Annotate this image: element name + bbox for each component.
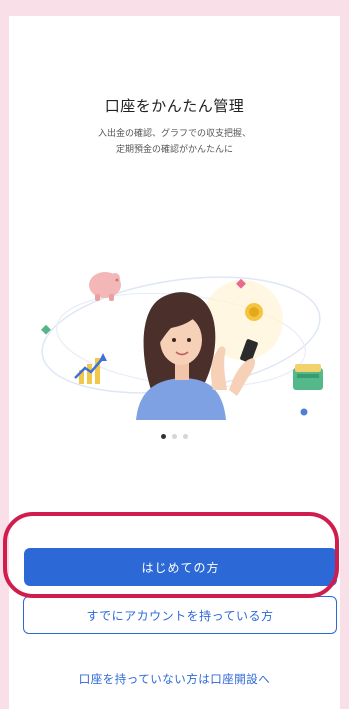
existing-account-button[interactable]: すでにアカウントを持っている方: [23, 596, 337, 634]
carousel-indicator: [9, 434, 340, 439]
carousel-dot-3[interactable]: [183, 434, 188, 439]
page-subtitle: 入出金の確認、グラフでの収支把握、 定期預金の確認がかんたんに: [9, 126, 340, 158]
piggy-bank-icon: [89, 272, 121, 301]
onboarding-screen: 口座をかんたん管理 入出金の確認、グラフでの収支把握、 定期預金の確認がかんたん…: [9, 16, 340, 709]
first-time-button[interactable]: はじめての方: [24, 548, 337, 586]
carousel-dot-2[interactable]: [172, 434, 177, 439]
coin-icon: [245, 303, 263, 321]
subtitle-line-2: 定期預金の確認がかんたんに: [115, 145, 233, 155]
wallet-icon: [293, 364, 323, 390]
carousel-dot-1[interactable]: [161, 434, 166, 439]
page-title: 口座をかんたん管理: [104, 97, 245, 115]
open-account-link[interactable]: 口座を持っていない方は口座開設へ: [9, 671, 340, 687]
onboarding-illustration: [41, 272, 323, 420]
subtitle-line-1: 入出金の確認、グラフでの収支把握、: [97, 129, 251, 139]
